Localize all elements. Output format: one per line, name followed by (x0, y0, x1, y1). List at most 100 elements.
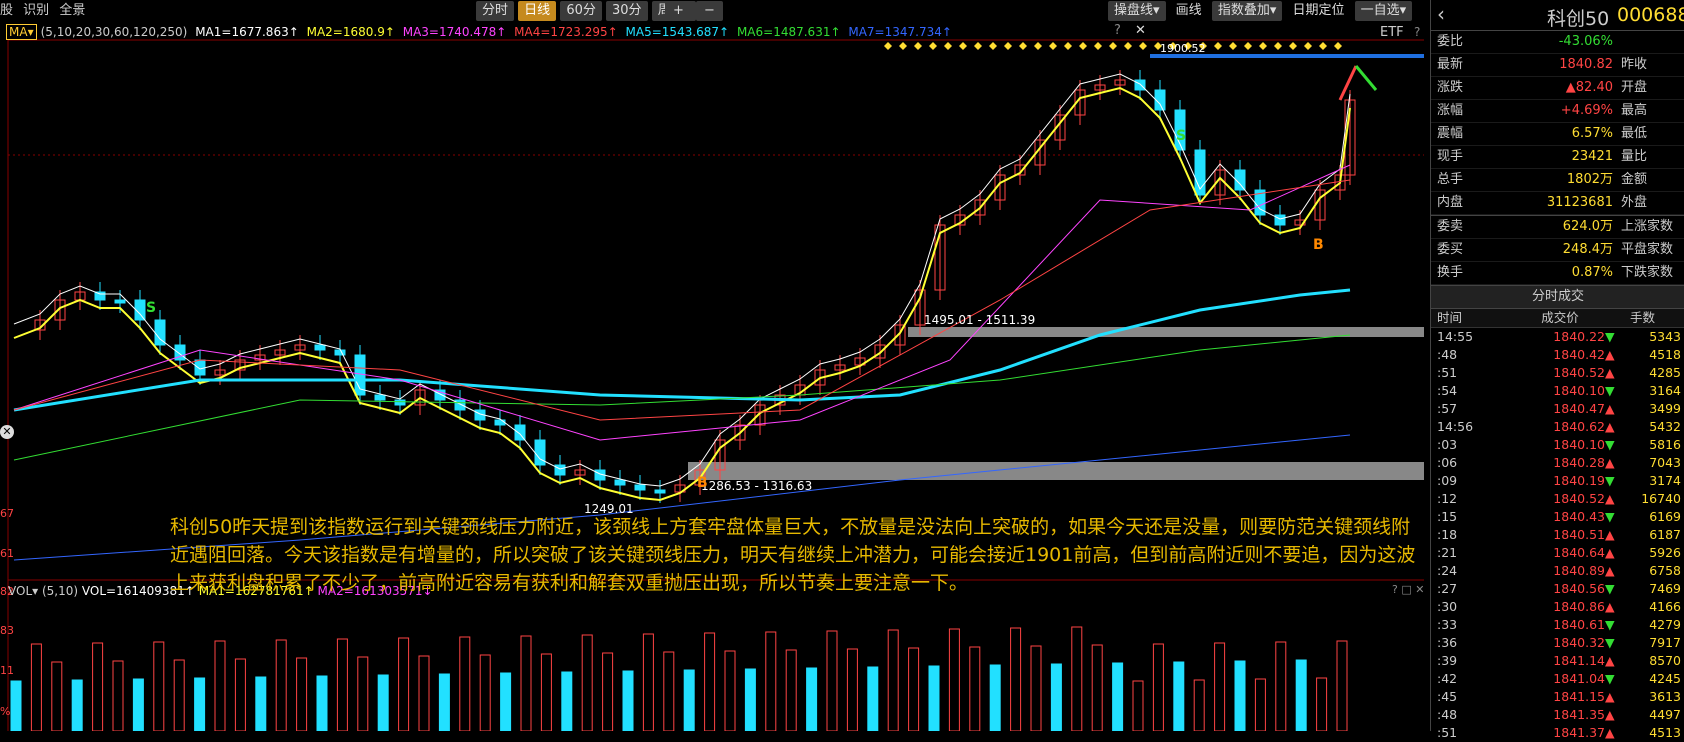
quote-panel: ‹ 科创50 000688 委比 -43.06% 最新 1840.82 昨收 涨跌 ▲82.… (1430, 0, 1684, 740)
signal-diamond (1334, 42, 1342, 50)
volume-bar (1254, 678, 1266, 731)
analysis-annotation: 科创50昨天提到该指数运行到关键颈线压力附近，该颈线上方套牢盘体量巨大，不放量是… (170, 516, 1416, 594)
candle-body (334, 349, 346, 356)
signal-diamond (1034, 42, 1042, 50)
buy-signal: B (697, 475, 708, 491)
watchlist-dropdown[interactable]: 一自选▾ (1354, 1, 1413, 21)
tick-volume: 4285 (1649, 365, 1681, 380)
volume-bar (826, 630, 838, 731)
quote-label-right: 最低 (1621, 126, 1648, 141)
tick-row: :36 1840.32 ▼ 7917 (1431, 634, 1684, 652)
tick-price: 1840.43 (1553, 509, 1605, 524)
chart-help-icon[interactable]: ? (1414, 25, 1420, 39)
help-icon[interactable]: ? (1108, 21, 1127, 41)
draw-line-button[interactable]: 画线 (1170, 1, 1208, 21)
zoom-controls: + − (665, 1, 723, 21)
collapse-icon[interactable]: ✕ (0, 425, 14, 439)
signal-diamond (1214, 42, 1222, 50)
tick-price: 1840.10 (1553, 383, 1605, 398)
volume-bar (1112, 662, 1124, 731)
toolbar-recognize-item[interactable]: 识别 (23, 3, 49, 18)
tick-direction-icon: ▲ (1605, 563, 1615, 578)
tick-row: :39 1841.14 ▲ 8570 (1431, 652, 1684, 670)
kline-chart-area[interactable]: 股 识别 全景 分时 日线 60分 30分 周线▾ + − 操盘线▾ 画线 指数… (0, 0, 1430, 731)
volume-bar (1071, 626, 1083, 731)
volume-bar (132, 678, 144, 731)
signal-diamond (929, 42, 937, 50)
tick-time: :57 (1437, 401, 1458, 416)
volume-bar (377, 674, 389, 731)
volume-bar (602, 652, 614, 731)
vol-select-dropdown[interactable]: VOL▾ (8, 584, 38, 598)
index-overlay-dropdown[interactable]: 指数叠加▾ (1211, 1, 1283, 21)
tick-row: :45 1841.15 ▲ 3613 (1431, 688, 1684, 706)
quote-row: 涨跌 ▲82.40 开盘 (1431, 77, 1684, 100)
candle-body (314, 344, 326, 351)
toolbar-panorama-item[interactable]: 全景 (59, 3, 85, 18)
zoom-in-button[interactable]: + (665, 1, 692, 21)
quote-value: 1802万 (1566, 172, 1613, 187)
signal-diamond (1244, 42, 1252, 50)
volume-bar (744, 668, 756, 731)
tick-volume: 6169 (1649, 509, 1681, 524)
quote-row: 委买 248.4万 平盘家数 (1431, 239, 1684, 262)
tick-price: 1840.19 (1553, 473, 1605, 488)
signal-diamond (914, 42, 922, 50)
tick-volume: 6758 (1649, 563, 1681, 578)
tab-intraday[interactable]: 分时 (476, 1, 515, 21)
volume-bar (479, 654, 491, 731)
tick-volume: 3174 (1649, 473, 1681, 488)
tick-price: 1840.86 (1553, 599, 1605, 614)
quote-row: 最新 1840.82 昨收 (1431, 54, 1684, 77)
quote-value: 1840.82 (1559, 57, 1613, 72)
tick-volume: 4518 (1649, 347, 1681, 362)
volume-bar (1275, 641, 1287, 731)
tab-60min[interactable]: 60分 (560, 1, 602, 21)
ma-line-cyan (13, 288, 1351, 412)
candle-body (634, 484, 646, 491)
quote-row: 委卖 624.0万 上涨家数 (1431, 215, 1684, 239)
volume-bar (806, 667, 818, 731)
ticks-title[interactable]: 分时成交 (1431, 285, 1684, 309)
tick-time: :27 (1437, 581, 1458, 596)
tick-price: 1841.04 (1553, 671, 1605, 686)
tick-price: 1840.62 (1553, 419, 1605, 434)
zoom-out-button[interactable]: − (696, 1, 723, 21)
volume-bar (357, 656, 369, 731)
tick-volume: 4497 (1649, 707, 1681, 722)
volume-bar (255, 676, 267, 731)
ticks-list[interactable]: 14:55 1840.22 ▼ 5343:48 1840.42 ▲ 4518:51 1840.… (1431, 328, 1684, 742)
quote-value: -43.06% (1558, 34, 1613, 49)
tick-row: :48 1841.35 ▲ 4497 (1431, 706, 1684, 724)
tick-price: 1841.14 (1553, 653, 1605, 668)
candle-body (1274, 214, 1286, 226)
ma6-value: MA6=1487.631↑ (736, 25, 841, 39)
signal-diamond (884, 42, 892, 50)
volume-bar (765, 631, 777, 731)
volume-bar (418, 655, 430, 731)
quote-label-right: 平盘家数 (1621, 242, 1674, 257)
tab-30min[interactable]: 30分 (606, 1, 648, 21)
volume-bar (1132, 680, 1144, 731)
volume-bar (1152, 643, 1164, 731)
ma-select-dropdown[interactable]: MA▾ (6, 24, 37, 40)
tick-direction-icon: ▼ (1605, 635, 1615, 650)
quote-label-right: 开盘 (1621, 80, 1648, 95)
etf-label[interactable]: ETF (1380, 25, 1404, 40)
back-icon[interactable]: ‹ (1437, 2, 1445, 26)
tick-price: 1840.51 (1553, 527, 1605, 542)
tab-daily[interactable]: 日线 (518, 1, 557, 21)
volume-bar (846, 648, 858, 731)
volume-bar (10, 680, 22, 731)
date-locate-button[interactable]: 日期定位 (1287, 1, 1351, 21)
tick-direction-icon: ▲ (1605, 527, 1615, 542)
toolbar-stock-item[interactable]: 股 (0, 3, 13, 18)
trading-line-dropdown[interactable]: 操盘线▾ (1108, 1, 1166, 21)
volume-bar (234, 658, 246, 731)
volume-bar (1050, 663, 1062, 731)
tick-row: :24 1840.89 ▲ 6758 (1431, 562, 1684, 580)
tick-volume: 3499 (1649, 401, 1681, 416)
close-icon[interactable]: ✕ (1135, 23, 1146, 38)
tick-row: :27 1840.56 ▼ 7469 (1431, 580, 1684, 598)
ma7-value: MA7=1347.734↑ (848, 25, 952, 39)
